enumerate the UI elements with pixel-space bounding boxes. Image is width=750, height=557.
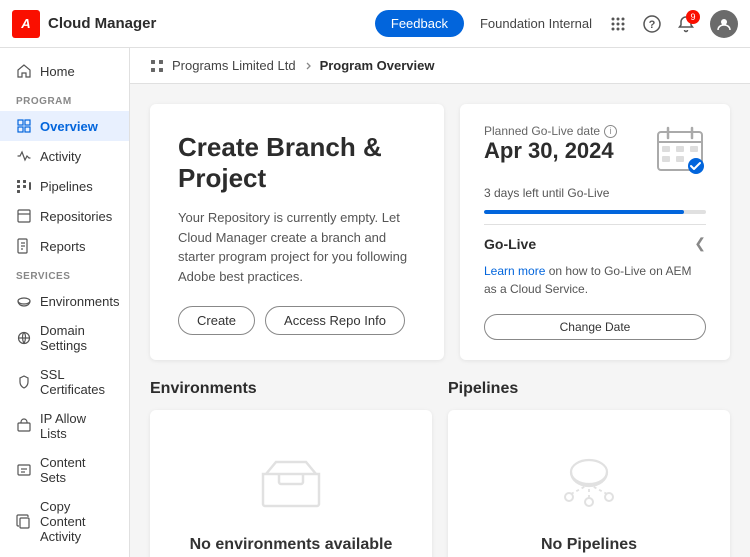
notif-badge: 9 <box>686 10 700 24</box>
golive-divider <box>484 224 706 225</box>
sidebar-item-pipelines[interactable]: Pipelines <box>0 171 129 201</box>
card-golive: Planned Go-Live date i Apr 30, 2024 <box>460 104 730 360</box>
pipelines-icon <box>16 178 32 194</box>
golive-chevron-icon[interactable]: ❮ <box>694 235 706 252</box>
content-icon <box>16 462 32 478</box>
nav-logo: A Cloud Manager <box>12 10 156 38</box>
golive-learn-more-link[interactable]: Learn more <box>484 264 545 278</box>
calendar-icon <box>654 124 706 176</box>
activity-icon <box>16 148 32 164</box>
nav-icons: ? 9 <box>608 10 738 38</box>
card-create-description: Your Repository is currently empty. Let … <box>178 208 416 286</box>
sidebar-item-activity[interactable]: Activity <box>0 141 129 171</box>
home-icon <box>16 63 32 79</box>
sidebar-item-network[interactable]: Network Infrastructures <box>0 551 129 557</box>
sidebar-item-copy-content[interactable]: Copy Content Activity <box>0 492 129 551</box>
nav-title: Cloud Manager <box>48 15 156 32</box>
sidebar-item-overview[interactable]: Overview <box>0 111 129 141</box>
pipelines-title: Pipelines <box>448 380 730 398</box>
environments-empty-icon <box>251 442 331 522</box>
golive-progress-fill <box>484 210 684 214</box>
svg-text:?: ? <box>649 19 656 31</box>
sidebar-item-home[interactable]: Home <box>0 56 129 86</box>
pipelines-empty-icon <box>549 442 629 522</box>
help-icon[interactable]: ? <box>642 14 662 34</box>
card-create-title: Create Branch & Project <box>178 132 416 194</box>
avatar[interactable] <box>710 10 738 38</box>
golive-progress-label: 3 days left until Go-Live <box>484 186 706 200</box>
info-icon[interactable]: i <box>604 125 617 138</box>
breadcrumb-current: Program Overview <box>320 58 435 73</box>
environments-empty-title: No environments available <box>190 536 393 554</box>
golive-section-title: Go-Live <box>484 236 536 252</box>
access-repo-button[interactable]: Access Repo Info <box>265 306 405 335</box>
ip-icon <box>16 418 32 434</box>
pipelines-empty-title: No Pipelines <box>541 536 637 554</box>
adobe-icon: A <box>12 10 40 38</box>
sidebar-item-repositories[interactable]: Repositories <box>0 201 129 231</box>
golive-progress-bar <box>484 210 706 214</box>
copy-icon <box>16 514 32 530</box>
notification-icon[interactable]: 9 <box>676 14 696 34</box>
services-section-label: SERVICES <box>0 261 129 286</box>
sidebar-item-content-sets[interactable]: Content Sets <box>0 448 129 492</box>
grid-icon[interactable] <box>608 14 628 34</box>
pipelines-empty-card: No Pipelines Select Add to create a new … <box>448 410 730 557</box>
environments-empty-card: No environments available Select Add Env… <box>150 410 432 557</box>
ssl-icon <box>16 374 32 390</box>
create-button[interactable]: Create <box>178 306 255 335</box>
main-content: Programs Limited Ltd Program Overview Cr… <box>130 48 750 557</box>
reports-icon <box>16 238 32 254</box>
cards-row: Create Branch & Project Your Repository … <box>150 104 730 360</box>
nav-org: Foundation Internal <box>480 16 592 31</box>
app-body: Home PROGRAM Overview Activity Pipelines <box>0 48 750 557</box>
sidebar-item-ip-allow[interactable]: IP Allow Lists <box>0 404 129 448</box>
change-date-button[interactable]: Change Date <box>484 314 706 340</box>
sidebar: Home PROGRAM Overview Activity Pipelines <box>0 48 130 557</box>
environments-section: Environments No environments available S… <box>150 380 432 557</box>
golive-section: Go-Live ❮ <box>484 235 706 252</box>
breadcrumb: Programs Limited Ltd Program Overview <box>130 48 750 84</box>
sidebar-item-domain-settings[interactable]: Domain Settings <box>0 316 129 360</box>
card-create-buttons: Create Access Repo Info <box>178 306 416 335</box>
repositories-icon <box>16 208 32 224</box>
feedback-button[interactable]: Feedback <box>375 10 464 37</box>
environments-title: Environments <box>150 380 432 398</box>
section-row: Environments No environments available S… <box>150 380 730 557</box>
overview-icon <box>16 118 32 134</box>
pipelines-section: Pipelines <box>448 380 730 557</box>
golive-link-text: Learn more on how to Go-Live on AEM as a… <box>484 262 706 298</box>
sidebar-item-ssl-certs[interactable]: SSL Certificates <box>0 360 129 404</box>
domain-icon <box>16 330 32 346</box>
golive-header: Planned Go-Live date i Apr 30, 2024 <box>484 124 706 176</box>
sidebar-item-reports[interactable]: Reports <box>0 231 129 261</box>
card-create-branch: Create Branch & Project Your Repository … <box>150 104 444 360</box>
breadcrumb-org[interactable]: Programs Limited Ltd <box>150 58 314 73</box>
golive-label: Planned Go-Live date i <box>484 124 617 138</box>
program-section-label: PROGRAM <box>0 86 129 111</box>
sidebar-item-environments[interactable]: Environments <box>0 286 129 316</box>
environments-icon <box>16 293 32 309</box>
top-nav: A Cloud Manager Feedback Foundation Inte… <box>0 0 750 48</box>
golive-date: Apr 30, 2024 <box>484 138 617 164</box>
